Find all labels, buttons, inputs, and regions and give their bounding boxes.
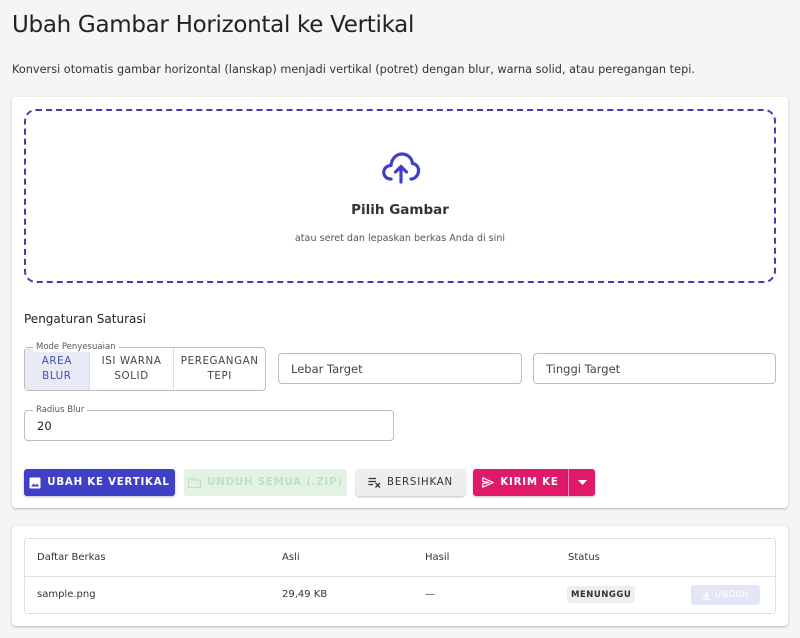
cloud-upload-icon xyxy=(382,152,421,184)
clear-list-icon xyxy=(368,477,381,488)
dropzone-subtitle: atau seret dan lepaskan berkas Anda di s… xyxy=(294,233,506,244)
mode-blur-area[interactable]: AREA BLUR xyxy=(25,348,90,390)
column-header-files: Daftar Berkas xyxy=(37,552,106,563)
convert-label: UBAH KE VERTIKAL xyxy=(47,477,170,488)
file-name: sample.png xyxy=(37,589,96,600)
target-width-input[interactable]: Lebar Target xyxy=(278,353,522,384)
mode-toggle-group: AREA BLUR ISI WARNA SOLID PEREGANGAN TEP… xyxy=(25,348,265,390)
column-header-status: Status xyxy=(568,552,600,563)
folder-icon xyxy=(188,477,202,488)
send-label: KIRIM KE xyxy=(500,477,559,488)
mode-legend: Mode Penyesuaian xyxy=(33,342,119,352)
page-title: Ubah Gambar Horizontal ke Vertikal xyxy=(12,12,415,38)
send-to-button[interactable]: KIRIM KE xyxy=(473,469,568,496)
mode-solid-color[interactable]: ISI WARNA SOLID xyxy=(90,348,175,390)
blur-radius-value: 20 xyxy=(37,418,52,433)
file-dropzone[interactable]: Pilih Gambar atau seret dan lepaskan ber… xyxy=(24,109,776,283)
file-result: — xyxy=(425,589,435,600)
download-all-button[interactable]: UNDUH SEMUA (.ZIP) xyxy=(184,469,347,496)
caret-down-icon xyxy=(577,480,587,485)
settings-title: Pengaturan Saturasi xyxy=(24,312,146,326)
blur-radius-legend: Radius Blur xyxy=(33,405,88,415)
mode-selector: AREA BLUR ISI WARNA SOLID PEREGANGAN TEP… xyxy=(24,342,266,391)
table-divider xyxy=(25,576,775,577)
send-to-menu-button[interactable] xyxy=(568,469,595,496)
download-file-button[interactable]: UNDUH xyxy=(691,585,760,605)
converter-card: Pilih Gambar atau seret dan lepaskan ber… xyxy=(12,97,788,508)
file-list-card: Daftar Berkas Asli Hasil Status sample.p… xyxy=(12,526,788,626)
download-icon xyxy=(702,591,711,600)
column-header-original: Asli xyxy=(282,552,300,563)
download-file-label: UNDUH xyxy=(714,590,750,600)
file-original-size: 29,49 KB xyxy=(282,589,328,600)
convert-button[interactable]: UBAH KE VERTIKAL xyxy=(24,469,175,496)
clear-button[interactable]: BERSIHKAN xyxy=(356,469,465,496)
status-badge: MENUNGGU xyxy=(567,586,636,603)
page-description: Konversi otomatis gambar horizontal (lan… xyxy=(12,63,695,76)
mode-edge-stretch[interactable]: PEREGANGAN TEPI xyxy=(174,348,265,390)
file-table: Daftar Berkas Asli Hasil Status sample.p… xyxy=(24,538,776,614)
image-icon xyxy=(29,477,41,488)
send-icon xyxy=(482,477,495,488)
column-header-result: Hasil xyxy=(425,552,450,563)
target-height-input[interactable]: Tinggi Target xyxy=(533,353,776,384)
download-all-label: UNDUH SEMUA (.ZIP) xyxy=(207,477,343,488)
blur-radius-input[interactable]: Radius Blur 20 xyxy=(24,405,394,441)
clear-label: BERSIHKAN xyxy=(387,477,453,488)
dropzone-title: Pilih Gambar xyxy=(351,202,449,218)
